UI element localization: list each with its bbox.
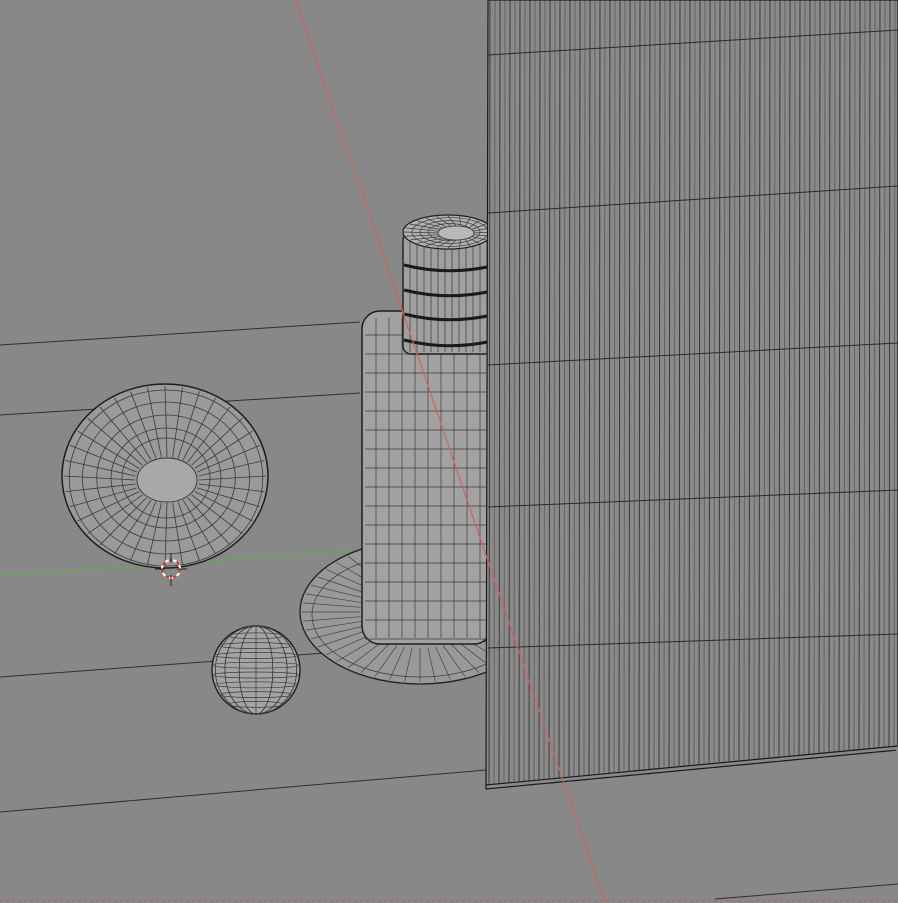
sphere-object[interactable] — [211, 625, 301, 715]
bottle-cap[interactable] — [402, 214, 494, 355]
bottle-body[interactable] — [361, 310, 493, 645]
viewport-canvas[interactable] — [0, 0, 898, 903]
disc-object[interactable] — [61, 383, 269, 569]
curtain-object[interactable] — [485, 0, 898, 790]
3d-viewport[interactable] — [0, 0, 898, 903]
